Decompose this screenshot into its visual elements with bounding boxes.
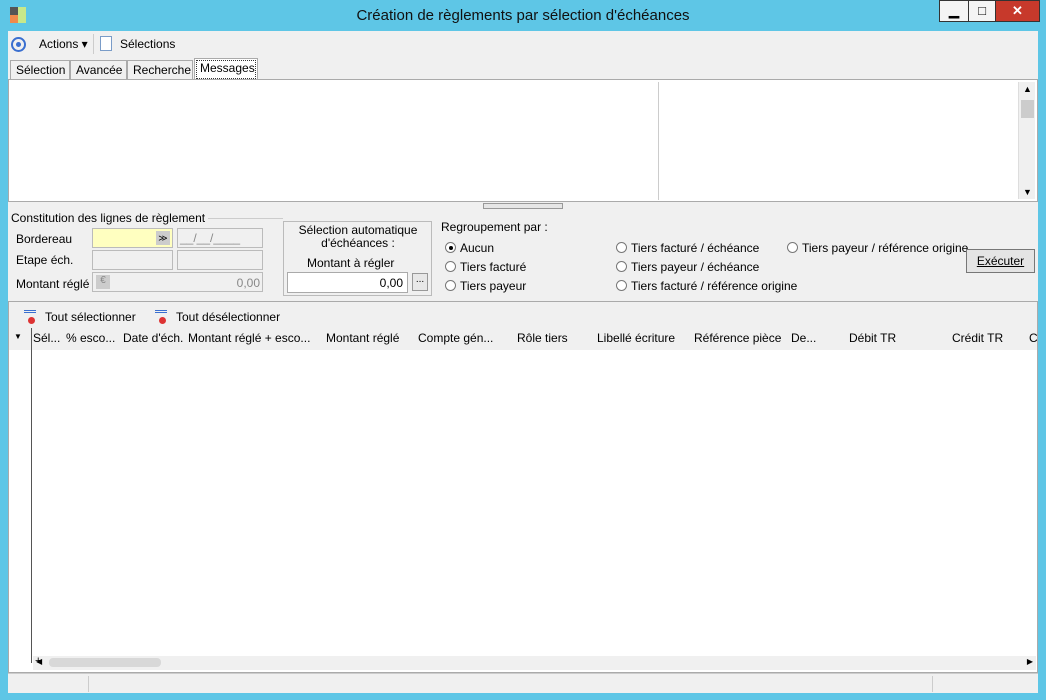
column-header[interactable]: Débit TR xyxy=(849,331,896,345)
tab-recherche[interactable]: Recherche xyxy=(127,60,193,80)
montant-a-regler-input[interactable]: 0,00 xyxy=(287,272,408,293)
etape-field-2[interactable] xyxy=(177,250,263,270)
column-header[interactable]: Compte gén... xyxy=(418,331,493,345)
scrollbar[interactable]: ▲ ▼ xyxy=(1018,82,1035,199)
montant-a-regler-label: Montant à régler xyxy=(307,256,395,270)
document-icon xyxy=(100,36,112,51)
actions-menu[interactable]: Actions ▾ xyxy=(39,37,88,51)
column-header[interactable]: C xyxy=(1029,331,1037,345)
etape-field[interactable] xyxy=(92,250,173,270)
minimize-button[interactable]: ▁ xyxy=(939,0,969,22)
column-header[interactable]: Sél... xyxy=(33,331,60,345)
toolbar-divider xyxy=(93,34,94,54)
radio-label: Tiers payeur / référence origine xyxy=(802,241,969,255)
column-header[interactable]: % esco... xyxy=(66,331,115,345)
bordereau-label: Bordereau xyxy=(16,232,73,246)
montant-regle-value: 0,00 xyxy=(236,276,260,290)
chevron-down-icon[interactable]: ≫ xyxy=(156,231,170,245)
column-header[interactable]: Libellé écriture xyxy=(597,331,675,345)
tab-selection[interactable]: Sélection xyxy=(10,60,70,80)
column-header[interactable]: Crédit TR xyxy=(952,331,1003,345)
bordereau-select[interactable]: ≫ xyxy=(92,228,173,248)
radio-label: Tiers facturé / référence origine xyxy=(631,279,798,293)
radio-label: Tiers payeur xyxy=(460,279,527,293)
messages-panel: ▲ ▼ xyxy=(8,79,1038,202)
montant-regle-field: € 0,00 xyxy=(92,272,263,292)
radio-label: Tiers facturé xyxy=(460,260,527,274)
target-icon[interactable] xyxy=(11,37,26,52)
window-client: Actions ▾ Sélections Sélection Avancée R… xyxy=(8,31,1038,693)
column-header[interactable]: Montant réglé + esco... xyxy=(188,331,310,345)
column-header[interactable]: Référence pièce xyxy=(694,331,781,345)
add-row-icon[interactable]: + xyxy=(35,655,41,667)
auto-selection-title: Sélection automatique d'échéances : xyxy=(298,223,418,250)
montant-regle-label: Montant réglé xyxy=(16,277,90,291)
regroupement-title: Regroupement par : xyxy=(441,220,548,234)
column-chooser-icon[interactable]: ▼ xyxy=(14,332,22,341)
window-title: Création de règlements par sélection d'é… xyxy=(356,7,690,24)
deselect-all-icon xyxy=(155,310,167,324)
splitter-handle[interactable] xyxy=(483,203,563,209)
constitution-legend: Constitution des lignes de règlement xyxy=(11,211,206,225)
selections-button[interactable]: Sélections xyxy=(120,37,175,51)
radio-label: Tiers payeur / échéance xyxy=(631,260,760,274)
tab-avancee[interactable]: Avancée xyxy=(70,60,127,80)
date-field[interactable]: __/__/____ xyxy=(177,228,263,248)
radio-label: Tiers facturé / échéance xyxy=(631,241,760,255)
maximize-button[interactable]: □ xyxy=(968,0,996,22)
column-header[interactable]: Rôle tiers xyxy=(517,331,568,345)
executer-button[interactable]: Exécuter xyxy=(966,249,1035,273)
auto-selection-group: Sélection automatique d'échéances : Mont… xyxy=(283,221,432,296)
grid: Tout sélectionner Tout désélectionner ▼ xyxy=(8,301,1038,673)
column-header[interactable]: Date d'éch. xyxy=(123,331,183,345)
select-all-icon xyxy=(24,310,36,324)
radio-label: Aucun xyxy=(460,241,495,255)
euro-icon: € xyxy=(96,275,110,289)
select-all-button[interactable]: Tout sélectionner xyxy=(45,310,136,324)
status-bar xyxy=(8,673,1038,693)
tab-messages[interactable]: Messages xyxy=(194,58,258,81)
deselect-all-button[interactable]: Tout désélectionner xyxy=(176,310,280,324)
horizontal-scrollbar[interactable]: ◀ ▶ xyxy=(33,656,1036,670)
etape-label: Etape éch. xyxy=(16,253,74,267)
column-header[interactable]: De... xyxy=(791,331,816,345)
close-button[interactable]: ✕ xyxy=(995,0,1040,22)
browse-button[interactable]: ... xyxy=(412,273,428,291)
column-header[interactable]: Montant réglé xyxy=(326,331,399,345)
